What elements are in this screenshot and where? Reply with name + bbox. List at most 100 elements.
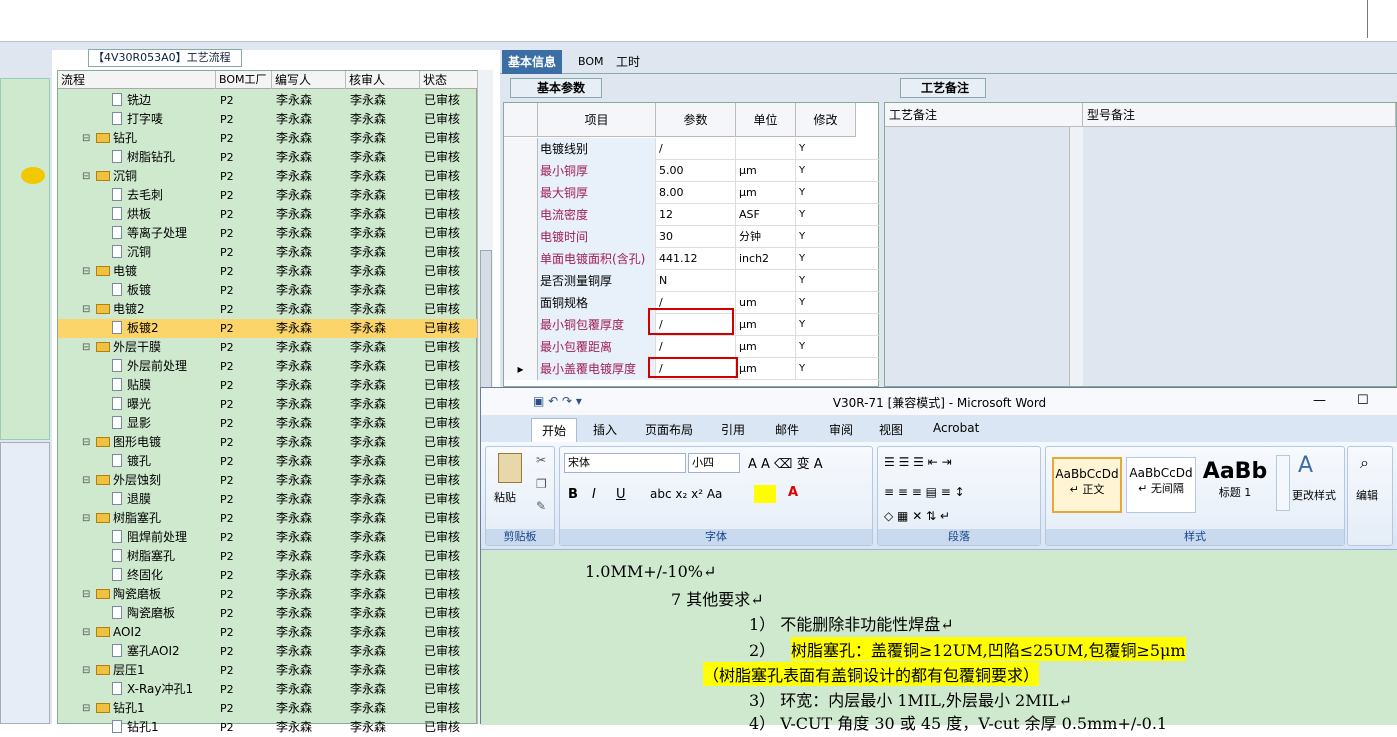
param-unit[interactable] — [736, 138, 796, 160]
row-header[interactable] — [504, 270, 538, 292]
params-section-title[interactable]: 基本参数 — [510, 78, 602, 98]
tree-row[interactable]: AOI2 ⊟ P2 李永森 李永森 已审核 — [58, 623, 478, 642]
tree-row[interactable]: 镀孔 P2 李永森 李永森 已审核 — [58, 452, 478, 471]
ribbon-tab[interactable]: 开始 — [531, 418, 578, 442]
tree-leaf[interactable]: 镀孔 — [112, 452, 151, 471]
param-modify[interactable]: Y — [796, 336, 856, 358]
binoculars-icon[interactable]: ⌕ — [1360, 453, 1369, 473]
collapse-toggle-icon[interactable]: ⊟ — [82, 661, 90, 680]
collapse-toggle-icon[interactable]: ⊟ — [82, 509, 90, 528]
tree-row[interactable]: 层压1 ⊟ P2 李永森 李永森 已审核 — [58, 661, 478, 680]
shading-buttons[interactable]: ◇ ▦ ✕ ⇅ ↵ — [884, 509, 950, 523]
row-header[interactable] — [504, 292, 538, 314]
change-styles-label[interactable]: 更改样式 — [1292, 487, 1336, 503]
param-row[interactable]: 最小包覆距离 / μm Y — [504, 336, 880, 358]
param-unit[interactable]: μm — [736, 160, 796, 182]
maximize-button[interactable]: ☐ — [1357, 393, 1369, 408]
collapse-toggle-icon[interactable]: ⊟ — [82, 699, 90, 718]
font-color-button[interactable]: A — [788, 485, 798, 500]
tree-leaf[interactable]: 曝光 — [112, 395, 151, 414]
col-reviewer[interactable]: 核审人 — [346, 71, 420, 89]
paste-label[interactable]: 粘贴 — [494, 489, 516, 505]
flow-title-tab[interactable]: 【4V30R053A0】工艺流程 — [88, 49, 242, 67]
format-painter-icon[interactable]: ✎ — [536, 499, 546, 513]
param-row[interactable]: 电镀时间 30 分钟 Y — [504, 226, 880, 248]
tree-row[interactable]: 烘板 P2 李永森 李永森 已审核 — [58, 205, 478, 224]
tree-row[interactable]: 电镀 ⊟ P2 李永森 李永森 已审核 — [58, 262, 478, 281]
tree-row[interactable]: X-Ray冲孔1 P2 李永森 李永森 已审核 — [58, 680, 478, 699]
tree-row[interactable]: 陶瓷磨板 P2 李永森 李永森 已审核 — [58, 604, 478, 623]
tree-leaf[interactable]: 板镀2 — [112, 319, 159, 338]
tree-folder[interactable]: 电镀 — [96, 262, 137, 281]
tree-leaf[interactable]: 打字唛 — [112, 110, 163, 129]
tree-leaf[interactable]: 显影 — [112, 414, 151, 433]
tree-row[interactable]: 陶瓷磨板 ⊟ P2 李永森 李永森 已审核 — [58, 585, 478, 604]
tree-row[interactable]: 退膜 P2 李永森 李永森 已审核 — [58, 490, 478, 509]
param-value[interactable]: 30 — [656, 226, 736, 248]
ribbon-tab[interactable]: Acrobat — [933, 421, 979, 435]
list-buttons[interactable]: ☰ ☰ ☰ ⇤ ⇥ — [884, 455, 952, 469]
tree-folder[interactable]: 层压1 — [96, 661, 145, 680]
bold-button[interactable]: B — [568, 487, 578, 502]
collapse-toggle-icon[interactable]: ⊟ — [82, 167, 90, 186]
param-value[interactable]: / — [656, 336, 736, 358]
style-normal[interactable]: AaBbCcDd ↵ 正文 — [1052, 457, 1122, 513]
tree-row[interactable]: 外层干膜 ⊟ P2 李永森 李永森 已审核 — [58, 338, 478, 357]
tree-folder[interactable]: 图形电镀 — [96, 433, 161, 452]
change-styles-icon[interactable]: A — [1298, 453, 1313, 478]
minimize-button[interactable]: — — [1313, 393, 1326, 408]
tree-folder[interactable]: AOI2 — [96, 623, 142, 642]
param-value[interactable]: N — [656, 270, 736, 292]
col-status[interactable]: 状态 — [420, 71, 478, 89]
param-unit[interactable] — [736, 270, 796, 292]
ribbon-tab[interactable]: 审阅 — [829, 421, 853, 438]
tree-leaf[interactable]: 烘板 — [112, 205, 151, 224]
param-row[interactable]: 单面电镀面积(含孔) 441.12 inch2 Y — [504, 248, 880, 270]
col-unit[interactable]: 单位 — [736, 103, 796, 137]
row-header[interactable] — [504, 160, 538, 182]
notes-scrollbar[interactable] — [1069, 127, 1083, 386]
copy-icon[interactable]: ❐ — [536, 477, 547, 491]
col-writer[interactable]: 编写人 — [272, 71, 346, 89]
tree-row[interactable]: 曝光 P2 李永森 李永森 已审核 — [58, 395, 478, 414]
tree-row[interactable]: 铣边 P2 李永森 李永森 已审核 — [58, 91, 478, 110]
param-value[interactable]: / — [656, 138, 736, 160]
tab-bom[interactable]: BOM — [572, 50, 610, 74]
ribbon-tab[interactable]: 插入 — [593, 421, 617, 438]
paste-icon[interactable] — [498, 453, 522, 483]
tree-folder[interactable]: 树脂塞孔 — [96, 509, 161, 528]
italic-button[interactable]: I — [592, 487, 596, 502]
tree-folder[interactable]: 电镀2 — [96, 300, 145, 319]
style-no-spacing[interactable]: AaBbCcDd ↵ 无间隔 — [1126, 457, 1196, 513]
collapse-toggle-icon[interactable]: ⊟ — [82, 623, 90, 642]
ribbon-tab[interactable]: 引用 — [721, 421, 745, 438]
param-unit[interactable]: ASF — [736, 204, 796, 226]
param-modify[interactable]: Y — [796, 314, 856, 336]
param-row[interactable]: 最大铜厚 8.00 μm Y — [504, 182, 880, 204]
tree-row[interactable]: 沉铜 ⊟ P2 李永森 李永森 已审核 — [58, 167, 478, 186]
quick-access-toolbar[interactable]: ▣ ↶ ↷ ▾ — [533, 394, 582, 408]
tree-folder[interactable]: 钻孔1 — [96, 699, 145, 718]
font-size-select[interactable]: 小四 — [688, 453, 740, 473]
tree-leaf[interactable]: 板镀 — [112, 281, 151, 300]
tree-leaf[interactable]: 铣边 — [112, 91, 151, 110]
tree-leaf[interactable]: 陶瓷磨板 — [112, 604, 175, 623]
collapse-toggle-icon[interactable]: ⊟ — [82, 433, 90, 452]
font-size-buttons[interactable]: A A ⌫ 变 A — [748, 453, 823, 472]
param-unit[interactable]: um — [736, 292, 796, 314]
param-value[interactable]: 8.00 — [656, 182, 736, 204]
tree-leaf[interactable]: 贴膜 — [112, 376, 151, 395]
row-header[interactable] — [504, 226, 538, 248]
style-heading-1[interactable]: AaBb 标题 1 — [1200, 457, 1270, 513]
tree-leaf[interactable]: 外层前处理 — [112, 357, 187, 376]
tab-hours[interactable]: 工时 — [610, 50, 646, 74]
param-value[interactable]: 441.12 — [656, 248, 736, 270]
param-modify[interactable]: Y — [796, 270, 856, 292]
underline-button[interactable]: U — [616, 487, 626, 502]
param-modify[interactable]: Y — [796, 358, 856, 380]
col-flow[interactable]: 流程 — [58, 71, 216, 89]
highlight-color-button[interactable] — [754, 485, 776, 503]
collapse-toggle-icon[interactable]: ⊟ — [82, 338, 90, 357]
tree-leaf[interactable]: 阻焊前处理 — [112, 528, 187, 547]
tree-row[interactable]: 等离子处理 P2 李永森 李永森 已审核 — [58, 224, 478, 243]
